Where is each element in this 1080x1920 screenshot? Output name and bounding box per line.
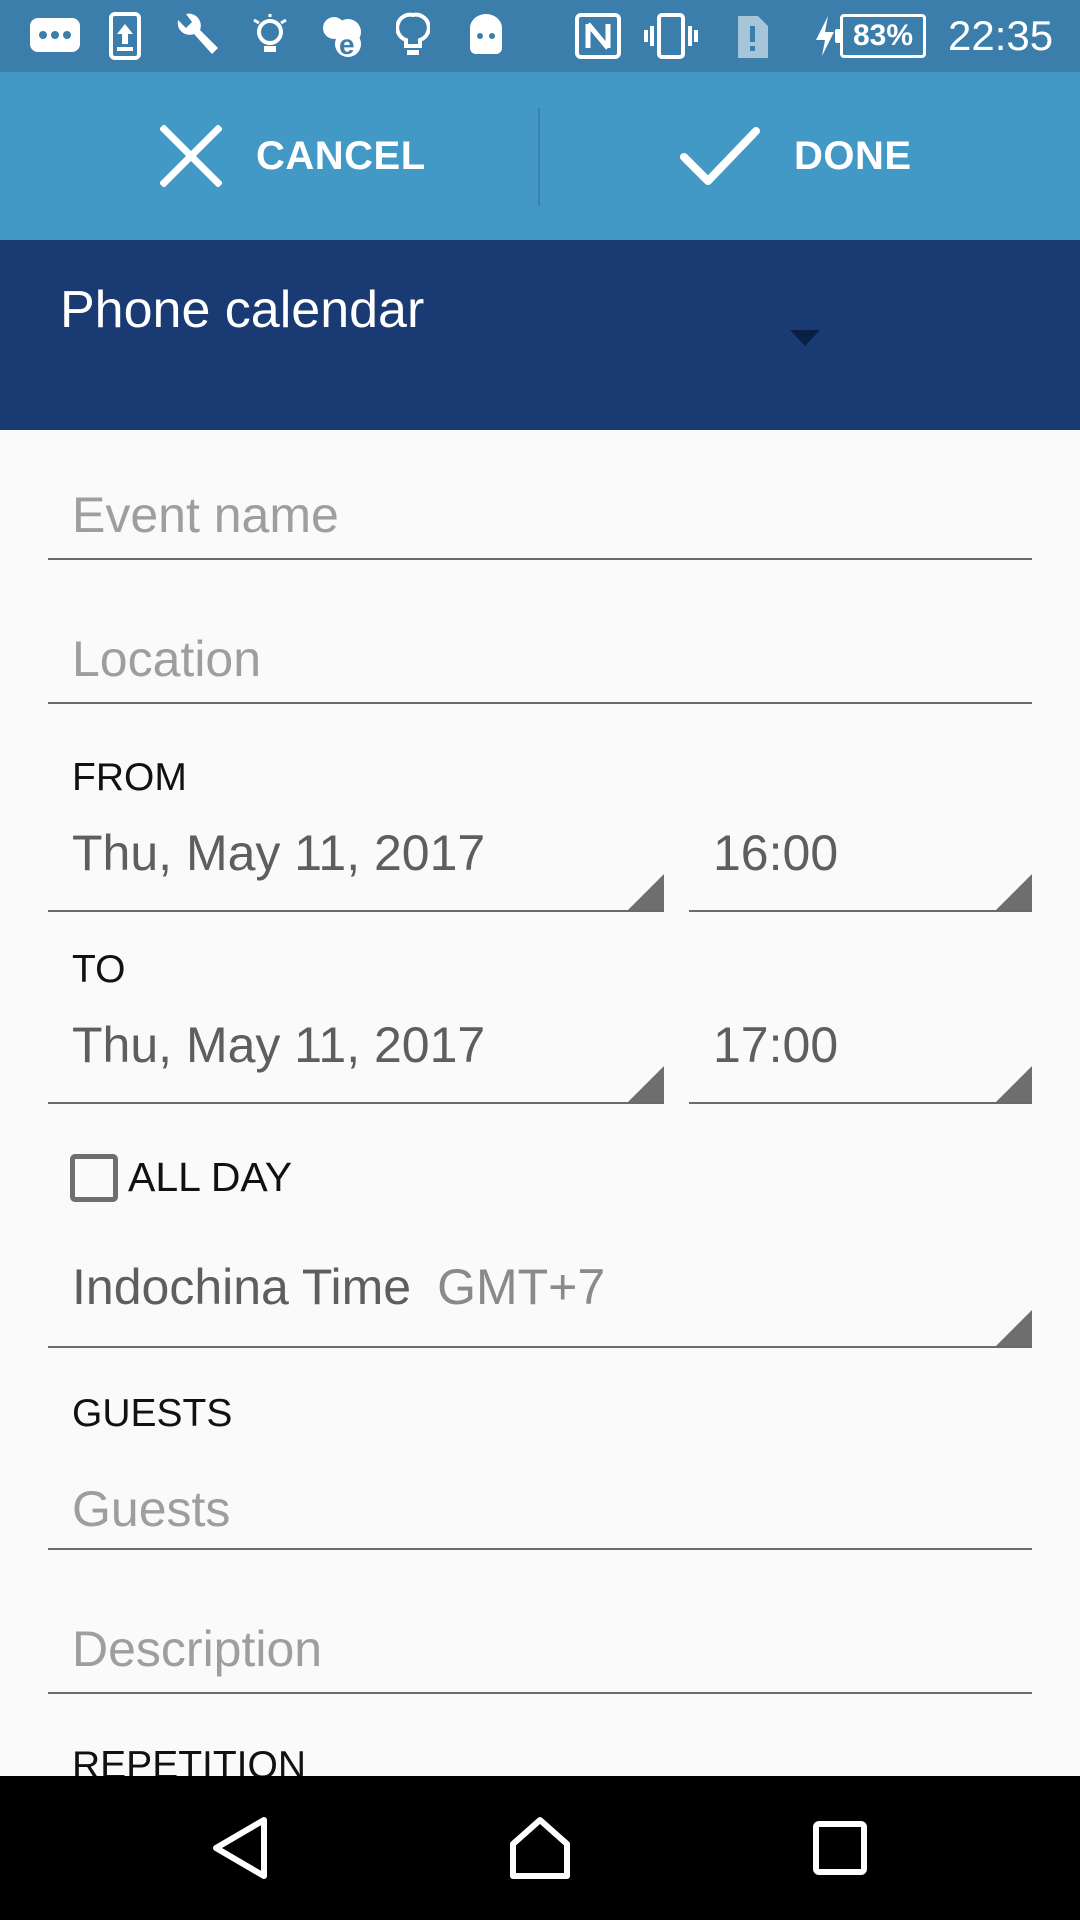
timezone-spinner-arrow — [996, 1310, 1032, 1346]
done-button[interactable]: DONE — [680, 72, 980, 240]
recents-button[interactable] — [790, 1776, 890, 1920]
calendar-selector[interactable]: Phone calendar — [0, 240, 1080, 430]
from-date-value: Thu, May 11, 2017 — [72, 825, 486, 881]
bulb-icon — [250, 12, 290, 60]
check-icon — [680, 127, 760, 185]
home-icon — [510, 1817, 570, 1879]
to-time-underline — [689, 1102, 1032, 1104]
cancel-label: CANCEL — [256, 133, 426, 178]
guests-placeholder: Guests — [72, 1481, 231, 1537]
timezone-value: Indochina Time GMT+7 — [72, 1258, 605, 1316]
android-icon — [466, 12, 506, 60]
from-date-underline — [48, 910, 664, 912]
back-button[interactable] — [190, 1776, 290, 1920]
timezone-offset: GMT+7 — [437, 1259, 606, 1315]
timezone-underline — [48, 1346, 1032, 1348]
to-date-spinner-arrow — [628, 1066, 664, 1102]
event-name-placeholder: Event name — [72, 487, 339, 543]
battery-icon: 83% — [835, 14, 926, 58]
to-time-spinner-arrow — [996, 1066, 1032, 1102]
vibrate-icon — [642, 12, 700, 60]
all-day-label: ALL DAY — [128, 1154, 293, 1200]
upload-icon — [108, 12, 142, 60]
location-placeholder: Location — [72, 631, 262, 687]
cloud-e-icon: e — [316, 12, 368, 60]
action-divider — [538, 108, 540, 206]
chevron-down-icon — [790, 330, 820, 351]
close-icon — [160, 125, 222, 187]
done-label: DONE — [794, 133, 912, 178]
navigation-bar — [0, 1776, 1080, 1920]
battery-percent: 83% — [852, 19, 914, 52]
from-time-underline — [689, 910, 1032, 912]
sim-alert-icon — [734, 12, 770, 60]
all-day-checkbox[interactable] — [70, 1154, 118, 1202]
from-label: FROM — [72, 756, 187, 799]
recents-icon — [813, 1821, 867, 1875]
clock: 22:35 — [948, 12, 1054, 59]
lightbulb-icon — [396, 12, 430, 60]
from-time-value: 16:00 — [713, 825, 839, 881]
svg-text:e: e — [339, 29, 355, 60]
description-placeholder: Description — [72, 1621, 323, 1677]
guests-underline — [48, 1548, 1032, 1550]
wrench-icon — [172, 12, 222, 60]
status-bar: e 83% 22:35 — [0, 0, 1080, 72]
description-underline — [48, 1692, 1032, 1694]
back-icon — [213, 1817, 267, 1879]
from-time-spinner-arrow — [996, 874, 1032, 910]
event-name-underline — [48, 558, 1032, 560]
nfc-icon — [574, 12, 622, 60]
to-date-value: Thu, May 11, 2017 — [72, 1017, 486, 1073]
timezone-name: Indochina Time — [72, 1259, 412, 1315]
to-label: TO — [72, 948, 126, 991]
location-underline — [48, 702, 1032, 704]
to-date-underline — [48, 1102, 664, 1104]
calendar-name: Phone calendar — [60, 281, 425, 339]
guests-label: GUESTS — [72, 1392, 233, 1435]
cancel-button[interactable]: CANCEL — [160, 72, 460, 240]
to-time-value: 17:00 — [713, 1017, 839, 1073]
action-bar: CANCEL DONE — [0, 72, 1080, 240]
from-date-spinner-arrow — [628, 874, 664, 910]
home-button[interactable] — [490, 1776, 590, 1920]
chat-icon — [28, 12, 82, 60]
